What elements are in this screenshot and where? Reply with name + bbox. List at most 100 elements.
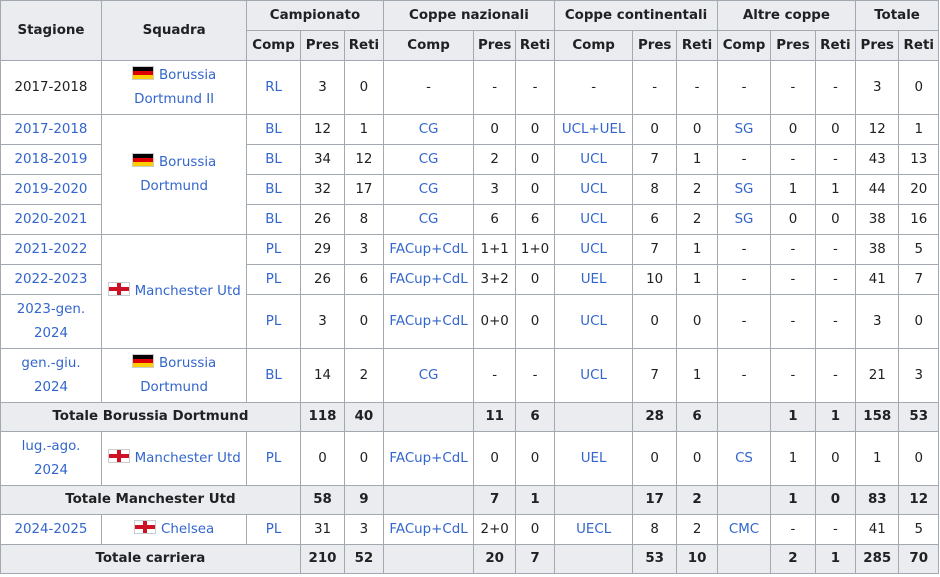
national-cup-goals: 1+0 <box>514 234 556 265</box>
continental-link[interactable]: UCL <box>554 348 633 403</box>
league-comp-link[interactable]: RL <box>246 60 301 115</box>
total-goals: 13 <box>898 144 939 175</box>
season-link[interactable]: 2020-2021 <box>0 204 102 235</box>
total-apps: 83 <box>855 485 900 515</box>
national-cup-apps: 3 <box>473 174 516 205</box>
league-comp-link[interactable]: BL <box>246 348 301 403</box>
total-national-goals: 6 <box>514 402 556 432</box>
league-comp-link[interactable]: PL <box>246 294 301 349</box>
season-link[interactable]: 2018-2019 <box>0 144 102 175</box>
germany-flag-icon <box>132 65 154 80</box>
continental-goals: - <box>676 60 718 115</box>
national-cup-link[interactable]: CG <box>382 144 475 175</box>
team-link[interactable]: Manchester Utd <box>135 451 241 466</box>
continental-goals: 1 <box>676 234 718 265</box>
league-comp-link[interactable]: BL <box>246 204 301 235</box>
other-cup-link[interactable]: SG <box>716 204 772 235</box>
league-comp-link[interactable]: PL <box>246 431 301 486</box>
league-comp-link[interactable]: BL <box>246 144 301 175</box>
continental-link[interactable]: UCL <box>554 294 633 349</box>
season-link[interactable]: 2021-2022 <box>0 234 102 265</box>
league-comp-link[interactable]: PL <box>246 264 301 295</box>
season-link[interactable]: lug.-ago. 2024 <box>0 431 102 486</box>
national-cup-link[interactable]: FACup+CdL <box>382 514 475 545</box>
other-cup-link[interactable]: CS <box>716 431 772 486</box>
season-link[interactable]: 2019-2020 <box>0 174 102 205</box>
league-goals: 12 <box>344 144 384 175</box>
team-link[interactable]: Manchester Utd <box>135 284 241 299</box>
other-cup-apps: 1 <box>770 174 816 205</box>
season-link[interactable]: 2017-2018 <box>0 114 102 145</box>
total-apps: 3 <box>855 60 900 115</box>
continental-goals: 0 <box>676 114 718 145</box>
total-goals: 0 <box>898 294 939 349</box>
league-comp-link[interactable]: BL <box>246 174 301 205</box>
league-comp-link[interactable]: PL <box>246 514 301 545</box>
national-cup-link[interactable]: CG <box>382 204 475 235</box>
national-cup-link[interactable]: CG <box>382 174 475 205</box>
other-cup-apps: 0 <box>770 204 816 235</box>
table-row: lug.-ago. 2024 Manchester Utd PL 0 0 FAC… <box>0 431 939 486</box>
league-apps: 31 <box>299 514 346 545</box>
subheader-reti: Reti <box>514 30 556 61</box>
national-cup-link[interactable]: FACup+CdL <box>382 431 475 486</box>
national-cup-goals: 0 <box>514 514 556 545</box>
season-cell: 2017-2018 <box>0 60 102 115</box>
league-comp-link[interactable]: BL <box>246 114 301 145</box>
continental-link[interactable]: UEL <box>554 264 633 295</box>
total-league-goals: 9 <box>344 485 384 515</box>
national-cup-apps: 0 <box>473 431 516 486</box>
total-apps: 1 <box>855 431 900 486</box>
continental-link[interactable]: UCL <box>554 234 633 265</box>
season-link[interactable]: 2022-2023 <box>0 264 102 295</box>
other-cup-goals: 0 <box>814 114 857 145</box>
season-link[interactable]: 2023-gen. 2024 <box>0 294 102 349</box>
national-cup-goals: - <box>514 348 556 403</box>
national-cup-apps: 3+2 <box>473 264 516 295</box>
other-cup-link[interactable]: CMC <box>716 514 772 545</box>
season-link[interactable]: gen.-giu. 2024 <box>0 348 102 403</box>
total-other-apps: 1 <box>770 485 816 515</box>
total-other-apps: 2 <box>770 544 816 574</box>
national-cup-link[interactable]: FACup+CdL <box>382 294 475 349</box>
empty-cell <box>554 485 633 515</box>
continental-apps: 8 <box>631 174 678 205</box>
continental-link[interactable]: UCL <box>554 204 633 235</box>
other-cup-goals: - <box>814 264 857 295</box>
subheader-comp: Comp <box>716 30 772 61</box>
team-cell: Borussia Dortmund <box>100 348 248 403</box>
national-cup-link[interactable]: FACup+CdL <box>382 264 475 295</box>
continental-apps: - <box>631 60 678 115</box>
national-cup-link[interactable]: FACup+CdL <box>382 234 475 265</box>
subheader-pres: Pres <box>473 30 516 61</box>
continental-goals: 1 <box>676 144 718 175</box>
league-goals: 3 <box>344 234 384 265</box>
other-cup-goals: 0 <box>814 431 857 486</box>
continental-apps: 6 <box>631 204 678 235</box>
continental-link[interactable]: UEL <box>554 431 633 486</box>
total-goals: 0 <box>898 431 939 486</box>
other-cup-link[interactable]: SG <box>716 114 772 145</box>
national-cup-link[interactable]: CG <box>382 114 475 145</box>
team-link[interactable]: Chelsea <box>161 522 214 537</box>
continental-link[interactable]: UECL <box>554 514 633 545</box>
continental-link[interactable]: UCL <box>554 144 633 175</box>
league-apps: 12 <box>299 114 346 145</box>
league-apps: 3 <box>299 60 346 115</box>
national-cup-link[interactable]: CG <box>382 348 475 403</box>
total-apps: 38 <box>855 204 900 235</box>
season-link[interactable]: 2024-2025 <box>0 514 102 545</box>
team-cell: Manchester Utd <box>100 431 248 486</box>
total-apps: 43 <box>855 144 900 175</box>
continental-link[interactable]: UCL <box>554 174 633 205</box>
other-cup-comp: - <box>716 348 772 403</box>
total-national-apps: 20 <box>473 544 516 574</box>
other-cup-goals: - <box>814 234 857 265</box>
other-cup-comp: - <box>716 264 772 295</box>
other-cup-link[interactable]: SG <box>716 174 772 205</box>
table-row: 2017-2018 Borussia Dortmund BL 12 1 CG 0… <box>0 114 939 235</box>
germany-flag-icon <box>132 152 154 167</box>
league-comp-link[interactable]: PL <box>246 234 301 265</box>
continental-link[interactable]: UCL+UEL <box>554 114 633 145</box>
other-cup-apps: - <box>770 348 816 403</box>
